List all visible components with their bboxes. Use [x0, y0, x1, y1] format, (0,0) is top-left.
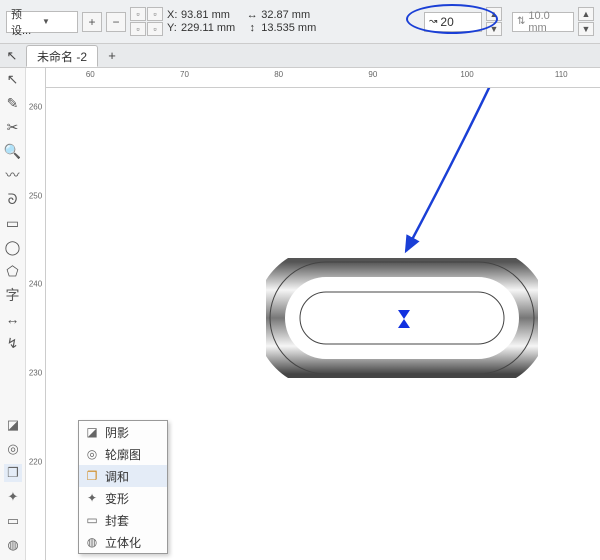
document-tab[interactable]: 未命名 -2: [26, 45, 98, 67]
menu-item-extrude[interactable]: ◍ 立体化: [79, 531, 167, 553]
drop-shadow-icon[interactable]: ◪: [4, 416, 22, 434]
document-title: 未命名 -2: [37, 48, 87, 65]
ruler-v-tick: 250: [26, 191, 45, 200]
property-bar: 预设... ▼ + − ▫▫ ▫▫ X:93.81 mm Y:229.11 mm…: [0, 0, 600, 44]
distort-icon: ✦: [85, 491, 99, 505]
connector-tool-icon[interactable]: ↯: [4, 334, 22, 352]
ruler-h-tick: 80: [274, 70, 283, 79]
preset-remove-button[interactable]: −: [106, 12, 126, 32]
menu-item-shadow[interactable]: ◪ 阴影: [79, 421, 167, 443]
blend-steps-icon: ↝: [429, 16, 437, 27]
toolbox: ↖ ✎ ✂ 🔍 〰 ᘐ ▭ ◯ ⬠ 字 ↔ ↯ ◪ ◎ ❐ ✦ ▭ ◍: [0, 68, 26, 560]
text-tool-icon[interactable]: 字: [4, 286, 22, 304]
blend-spacing-value: 10.0 mm: [528, 10, 569, 34]
x-label: X:: [167, 9, 179, 21]
canvas-area: 60 70 80 90 100 110: [46, 68, 600, 560]
menu-item-label: 封套: [105, 512, 129, 529]
chevron-down-icon: ▼: [42, 17, 73, 26]
preset-label: 预设...: [11, 6, 42, 38]
extrude-icon: ◍: [85, 535, 99, 549]
width-value[interactable]: 32.87 mm: [261, 9, 310, 21]
ruler-h-tick: 100: [460, 70, 473, 79]
menu-item-label: 变形: [105, 490, 129, 507]
envelope-icon: ▭: [85, 513, 99, 527]
preset-add-button[interactable]: +: [82, 12, 102, 32]
blend-center-handle-icon[interactable]: [398, 310, 410, 328]
artistic-media-icon[interactable]: ᘐ: [4, 190, 22, 208]
new-tab-button[interactable]: +: [104, 48, 120, 64]
y-value[interactable]: 229.11 mm: [181, 22, 235, 34]
blend-steps-value: 20: [440, 15, 453, 29]
distort-icon[interactable]: ✦: [4, 488, 22, 506]
preset-dropdown[interactable]: 预设... ▼: [6, 11, 78, 33]
menu-item-label: 立体化: [105, 534, 141, 551]
menu-item-label: 调和: [105, 468, 129, 485]
shadow-icon: ◪: [85, 425, 99, 439]
y-label: Y:: [167, 22, 179, 34]
steps-spinner[interactable]: ▲▼: [486, 7, 502, 36]
ruler-vertical: 260 250 240 230 220: [26, 68, 46, 560]
extrude-icon[interactable]: ◍: [4, 536, 22, 554]
callout-arrow: [366, 88, 566, 286]
ruler-v-tick: 220: [26, 457, 45, 466]
dimension-tool-icon[interactable]: ↔: [4, 310, 22, 328]
zoom-tool-icon[interactable]: 🔍: [4, 142, 22, 160]
canvas[interactable]: ◪ 阴影 ◎ 轮廓图 ❐ 调和 ✦ 变形 ▭ 封套 ◍ 立体化: [46, 88, 600, 560]
main-area: ↖ ✎ ✂ 🔍 〰 ᘐ ▭ ◯ ⬠ 字 ↔ ↯ ◪ ◎ ❐ ✦ ▭ ◍ 260 …: [0, 68, 600, 560]
blend-icon: ❐: [85, 469, 99, 483]
blend-spacing-field[interactable]: ⇅ 10.0 mm: [512, 12, 574, 32]
ruler-horizontal: 60 70 80 90 100 110: [46, 68, 600, 88]
spacing-spinner[interactable]: ▲▼: [578, 7, 594, 36]
pick-tool-icon[interactable]: ↖: [4, 48, 20, 64]
envelope-icon[interactable]: ▭: [4, 512, 22, 530]
ellipse-tool-icon[interactable]: ◯: [4, 238, 22, 256]
menu-item-distort[interactable]: ✦ 变形: [79, 487, 167, 509]
blend-steps-field[interactable]: ↝ 20: [424, 12, 482, 32]
ruler-h-tick: 70: [180, 70, 189, 79]
blend-steps-field-wrap: ↝ 20: [424, 12, 482, 32]
shape-tool-icon[interactable]: ✎: [4, 94, 22, 112]
menu-item-label: 轮廓图: [105, 446, 141, 463]
interactive-tools-flyout: ◪ 阴影 ◎ 轮廓图 ❐ 调和 ✦ 变形 ▭ 封套 ◍ 立体化: [78, 420, 168, 554]
contour-icon[interactable]: ◎: [4, 440, 22, 458]
blend-tool-icon[interactable]: ❐: [4, 464, 22, 482]
ruler-v-tick: 230: [26, 369, 45, 378]
ruler-h-tick: 110: [555, 70, 568, 79]
polygon-tool-icon[interactable]: ⬠: [4, 262, 22, 280]
align-grid-icon[interactable]: ▫▫ ▫▫: [130, 7, 163, 36]
document-tabs: ↖ 未命名 -2 +: [0, 44, 600, 68]
ruler-v-tick: 260: [26, 103, 45, 112]
contour-icon: ◎: [85, 447, 99, 461]
x-value[interactable]: 93.81 mm: [181, 9, 230, 21]
toolbox-effects: ◪ ◎ ❐ ✦ ▭ ◍: [0, 416, 26, 560]
menu-item-blend[interactable]: ❐ 调和: [79, 465, 167, 487]
pick-tool-icon[interactable]: ↖: [4, 70, 22, 88]
ruler-h-tick: 60: [86, 70, 95, 79]
size-readout: ↔32.87 mm ↕13.535 mm: [245, 9, 316, 34]
rectangle-tool-icon[interactable]: ▭: [4, 214, 22, 232]
freehand-tool-icon[interactable]: 〰: [4, 166, 22, 184]
ruler-v-tick: 240: [26, 280, 45, 289]
menu-item-label: 阴影: [105, 424, 129, 441]
crop-tool-icon[interactable]: ✂: [4, 118, 22, 136]
width-arrow-icon: ↔: [245, 9, 259, 21]
menu-item-envelope[interactable]: ▭ 封套: [79, 509, 167, 531]
height-arrow-icon: ↕: [245, 22, 259, 34]
position-readout: X:93.81 mm Y:229.11 mm: [167, 9, 235, 34]
blend-spacing-icon: ⇅: [517, 16, 525, 27]
ruler-h-tick: 90: [368, 70, 377, 79]
height-value[interactable]: 13.535 mm: [261, 22, 316, 34]
menu-item-contour[interactable]: ◎ 轮廓图: [79, 443, 167, 465]
